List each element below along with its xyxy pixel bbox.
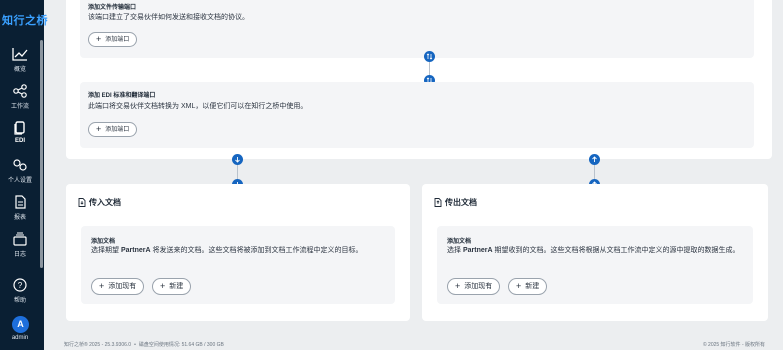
sidebar-item-help[interactable]: ? 帮助 (0, 278, 40, 304)
inbound-direction-indicator (232, 154, 243, 165)
svg-text:?: ? (18, 281, 23, 290)
plus-icon: + (516, 281, 522, 291)
section-title: 传出文档 (434, 197, 477, 208)
card-description: 选择期望 PartnerA 将发送来的文档。这些文档将被添加到文档工作流程中定义… (91, 247, 363, 254)
card-description: 该端口建立了交易伙伴如何发送和接收文档的协议。 (88, 14, 249, 21)
sidebar-scrollbar[interactable] (40, 40, 43, 268)
card-description: 选择 PartnerA 期望收到的文档。这些文档将根据从文档工作流中定义的源中提… (447, 247, 740, 254)
document-out-icon (434, 198, 442, 207)
outbound-direction-indicator (589, 154, 600, 165)
sidebar-item-logs[interactable]: 日志 (0, 232, 40, 258)
card-title: 添加 EDI 标准和翻译端口 (88, 93, 156, 99)
add-edi-port-button[interactable]: + 添加端口 (88, 122, 138, 137)
sidebar-item-workflow[interactable]: 工作流 (0, 84, 40, 110)
footer-info: 知行之桥® 2025 - 25.3.9306.0 • 磁盘空间使用情况: 51.64… (64, 342, 224, 348)
help-icon: ? (13, 278, 27, 292)
sidebar-item-overview[interactable]: 概览 (0, 47, 40, 73)
sidebar-item-label: 概览 (13, 67, 26, 73)
card-title: 添加文档 (447, 239, 472, 245)
sidebar-item-label: 个人设置 (7, 178, 32, 184)
plus-icon: + (96, 34, 102, 44)
logs-icon (13, 232, 27, 246)
add-file-port-button[interactable]: + 添加端口 (88, 32, 138, 47)
new-document-button[interactable]: + 新建 (508, 278, 548, 295)
edi-port-card: 添加 EDI 标准和翻译端口 此端口将交易伙伴文档转换为 XML，以便它们可以在… (80, 82, 754, 148)
sidebar-item-label: 报表 (13, 215, 26, 221)
ports-panel: 添加文件传输端口 该端口建立了交易伙伴如何发送和接收文档的协议。 + 添加端口 添… (66, 0, 772, 159)
sidebar-item-edi[interactable]: EDI (0, 121, 40, 144)
file-port-card: 添加文件传输端口 该端口建立了交易伙伴如何发送和接收文档的协议。 + 添加端口 (80, 0, 754, 58)
outbound-add-document-card: 添加文档 选择 PartnerA 期望收到的文档。这些文档将根据从文档工作流中定… (437, 226, 753, 304)
sidebar-item-label: 日志 (13, 252, 26, 258)
document-in-icon (78, 198, 86, 207)
documents-icon (14, 121, 25, 135)
app-logo: 知行之桥 (2, 15, 48, 27)
new-document-button[interactable]: + 新建 (152, 278, 192, 295)
plus-icon: + (99, 281, 105, 291)
arrow-down-icon (235, 157, 240, 163)
copyright: © 2025 知行软件 - 版权所有 (702, 342, 765, 348)
inbound-documents-panel: 传入文档 添加文档 选择期望 PartnerA 将发送来的文档。这些文档将被添加… (66, 184, 410, 321)
card-title: 添加文档 (91, 239, 116, 245)
sidebar-item-reports[interactable]: 报表 (0, 195, 40, 221)
add-existing-button[interactable]: + 添加现有 (91, 278, 145, 295)
disk-usage-label: 磁盘空间使用情况: (138, 342, 181, 348)
sidebar: 知行之桥 概览 工作流 EDI 个人设置 报表 日志 ? 帮助 A admin (0, 0, 48, 350)
report-icon (15, 195, 26, 209)
swap-icon (426, 53, 433, 60)
chart-line-icon (12, 48, 28, 61)
swap-order-button[interactable] (424, 51, 435, 62)
sidebar-item-label: 工作流 (10, 104, 29, 110)
user-name: admin (11, 335, 29, 341)
card-description: 此端口将交易伙伴文档转换为 XML，以便它们可以在知行之桥中使用。 (88, 103, 308, 110)
arrow-up-icon (592, 156, 597, 162)
outbound-documents-panel: 传出文档 添加文档 选择 PartnerA 期望收到的文档。这些文档将根据从文档… (422, 184, 768, 321)
inbound-add-document-card: 添加文档 选择期望 PartnerA 将发送来的文档。这些文档将被添加到文档工作… (81, 226, 395, 304)
product-version: 知行之桥® 2025 - 25.3.9306.0 (64, 342, 132, 348)
avatar[interactable]: A (12, 316, 29, 333)
sidebar-item-label: 帮助 (13, 298, 26, 304)
workflow-icon (13, 84, 27, 98)
add-existing-button[interactable]: + 添加现有 (447, 278, 501, 295)
disk-usage-value: 51.64 GB / 300 GB (181, 342, 224, 348)
section-title: 传入文档 (78, 197, 121, 208)
settings-icon (13, 159, 27, 171)
plus-icon: + (160, 281, 166, 291)
sidebar-item-label: EDI (14, 138, 25, 144)
sidebar-item-personal-settings[interactable]: 个人设置 (0, 158, 40, 184)
plus-icon: + (455, 281, 461, 291)
card-title: 添加文件传输端口 (88, 5, 137, 11)
plus-icon: + (96, 124, 102, 134)
